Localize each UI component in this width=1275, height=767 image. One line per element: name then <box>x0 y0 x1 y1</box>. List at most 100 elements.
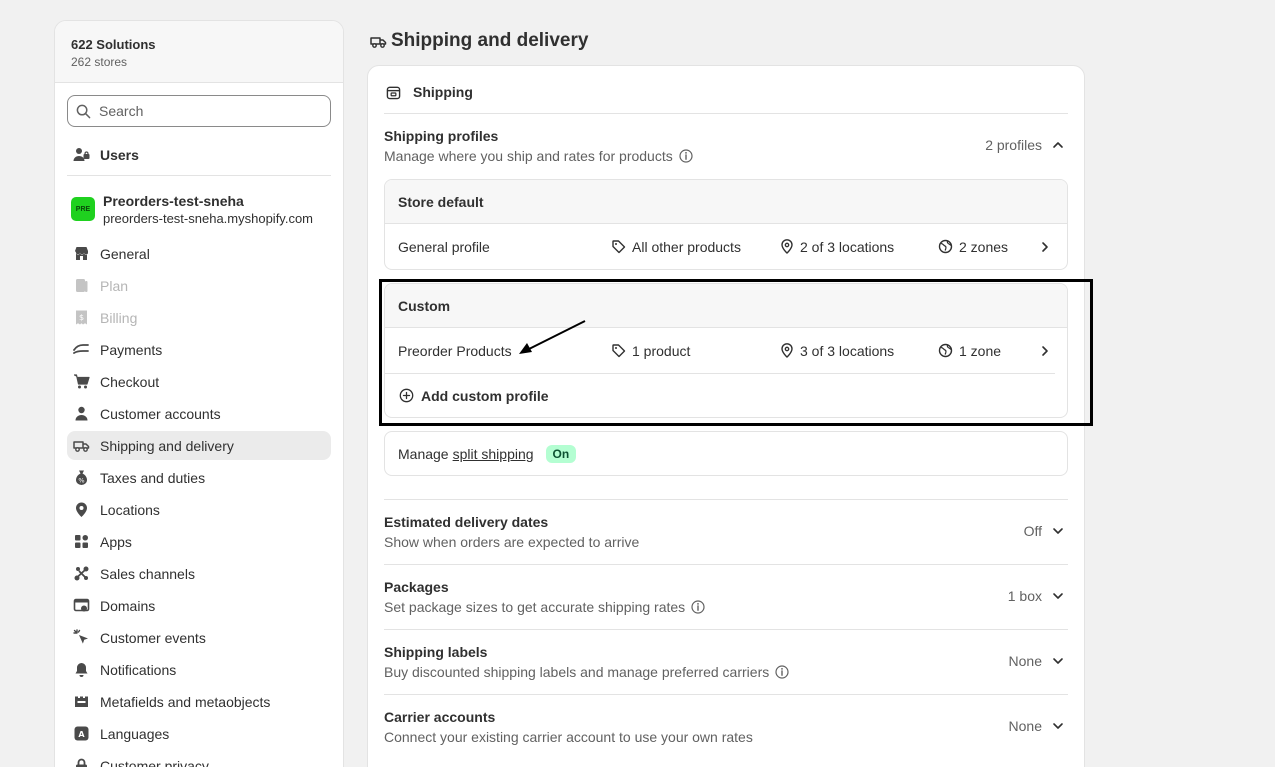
section-packages[interactable]: Packages Set package sizes to get accurat… <box>384 577 1068 617</box>
sidebar-item-domains[interactable]: Domains <box>67 591 331 620</box>
shipping-box-icon <box>386 85 401 100</box>
info-icon[interactable] <box>679 149 693 163</box>
svg-text:A: A <box>78 730 85 739</box>
organization-name: 622 Solutions <box>71 37 156 52</box>
languages-icon: A <box>73 725 90 742</box>
sidebar-item-label: Payments <box>100 341 163 358</box>
section-value: 1 box <box>1007 588 1042 604</box>
search-input[interactable]: Search <box>67 95 331 127</box>
sidebar-item-plan[interactable]: Plan <box>67 271 331 300</box>
annotation-highlight-box <box>379 279 1093 426</box>
section-title: Packages <box>384 579 449 595</box>
locations-text: 2 of 3 locations <box>800 238 895 255</box>
sidebar-item-customer-accounts[interactable]: Customer accounts <box>67 399 331 428</box>
store-header[interactable]: PRE Preorders-test-sneha preorders-test-… <box>71 193 313 227</box>
profiles-toggle[interactable]: 2 profiles <box>985 137 1064 153</box>
divider <box>384 629 1068 630</box>
chevron-right-icon[interactable] <box>1039 241 1051 253</box>
page-title: Shipping and delivery <box>370 30 588 52</box>
description-text: Show when orders are expected to arrive <box>384 534 640 550</box>
general-profile-row[interactable]: General profile All other products 2 of … <box>385 224 1067 269</box>
chevron-down-icon <box>1052 525 1064 537</box>
sidebar-item-languages[interactable]: A Languages <box>67 719 331 748</box>
sidebar-item-label: Domains <box>100 597 156 614</box>
sidebar-item-customer-events[interactable]: Customer events <box>67 623 331 652</box>
info-icon[interactable] <box>691 600 705 614</box>
zones-text: 2 zones <box>959 238 1009 255</box>
sidebar-item-label: Notifications <box>100 661 177 678</box>
divider <box>384 564 1068 565</box>
sidebar-item-sales-channels[interactable]: Sales channels <box>67 559 331 588</box>
sidebar-item-customer-privacy[interactable]: Customer privacy <box>67 751 331 767</box>
section-toggle[interactable]: None <box>1009 653 1064 669</box>
section-title: Estimated delivery dates <box>384 514 549 530</box>
sidebar-item-taxes-and-duties[interactable]: % Taxes and duties <box>67 463 331 492</box>
shipping-profiles-description: Manage where you ship and rates for prod… <box>384 146 1068 166</box>
tax-icon: % <box>73 469 90 486</box>
shipping-profiles-title: Shipping profiles <box>384 128 499 144</box>
sidebar-item-notifications[interactable]: Notifications <box>67 655 331 684</box>
sidebar-item-label: Shipping and delivery <box>100 437 234 454</box>
page-title-text: Shipping and delivery <box>391 30 589 51</box>
person-icon <box>73 405 90 422</box>
section-title: Carrier accounts <box>384 709 496 725</box>
globe-icon <box>938 239 953 254</box>
store-url: preorders-test-sneha.myshopify.com <box>103 211 314 226</box>
store-icon <box>73 245 90 262</box>
truck-icon <box>370 33 387 50</box>
sidebar-item-general[interactable]: General <box>67 239 331 268</box>
section-toggle[interactable]: 1 box <box>1008 588 1064 604</box>
section-value: Off <box>1023 523 1042 539</box>
chevron-up-icon <box>1052 139 1064 151</box>
sidebar-item-apps[interactable]: Apps <box>67 527 331 556</box>
description-text: Buy discounted shipping labels and manag… <box>384 664 770 680</box>
products-text: All other products <box>632 238 741 255</box>
section-description: Connect your existing carrier account to… <box>384 727 1068 747</box>
payments-icon <box>73 341 90 358</box>
billing-icon: $ <box>73 309 90 326</box>
section-carrier-accounts[interactable]: Carrier accounts Connect your existing ca… <box>384 707 1068 747</box>
description-text: Manage where you ship and rates for prod… <box>384 148 673 164</box>
sidebar-item-users[interactable]: Users <box>67 140 331 169</box>
svg-text:$: $ <box>79 313 84 322</box>
sidebar-item-label: Checkout <box>100 373 160 390</box>
section-toggle[interactable]: Off <box>1024 523 1064 539</box>
organization-header[interactable]: 622 Solutions 262 stores <box>55 21 343 83</box>
sidebar-item-billing[interactable]: $ Billing <box>67 303 331 332</box>
shipping-card-heading: Shipping <box>386 84 473 100</box>
tag-icon <box>611 239 626 254</box>
info-icon[interactable] <box>775 665 789 679</box>
shipping-profiles-section[interactable]: Shipping profiles Manage where you ship … <box>384 126 1068 166</box>
sidebar-item-label: General <box>100 245 150 262</box>
sidebar-item-label: Sales channels <box>100 565 195 582</box>
profiles-count: 2 profiles <box>985 137 1042 153</box>
sidebar-item-payments[interactable]: Payments <box>67 335 331 364</box>
search-icon <box>76 104 91 119</box>
profile-name: General profile <box>398 238 490 255</box>
sidebar-item-label: Customer events <box>100 629 206 646</box>
split-prefix: Manage <box>398 446 449 462</box>
products-cell: All other products <box>611 239 741 255</box>
section-toggle[interactable]: None <box>1009 718 1064 734</box>
sidebar-item-label: Metafields and metaobjects <box>100 693 271 710</box>
section-value: None <box>1008 653 1042 669</box>
bell-icon <box>73 661 90 678</box>
description-text: Set package sizes to get accurate shippi… <box>384 599 686 615</box>
sidebar-item-metafields-and-metaobjects[interactable]: Metafields and metaobjects <box>67 687 331 716</box>
section-description: Set package sizes to get accurate shippi… <box>384 597 1068 617</box>
sidebar-item-label: Apps <box>100 533 132 550</box>
metafields-icon <box>73 693 90 710</box>
description-text: Connect your existing carrier account to… <box>384 729 753 745</box>
section-title: Shipping labels <box>384 644 488 660</box>
sidebar-item-locations[interactable]: Locations <box>67 495 331 524</box>
section-shipping-labels[interactable]: Shipping labels Buy discounted shipping l… <box>384 642 1068 682</box>
sidebar-item-checkout[interactable]: Checkout <box>67 367 331 396</box>
split-shipping-link[interactable]: split shipping <box>453 446 534 462</box>
sidebar-item-shipping-and-delivery[interactable]: Shipping and delivery <box>67 431 331 460</box>
section-estimated-delivery-dates[interactable]: Estimated delivery dates Show when orders… <box>384 512 1068 552</box>
split-shipping-row: Manage split shipping On <box>385 432 1067 475</box>
locations-cell: 2 of 3 locations <box>780 239 894 255</box>
lock-icon <box>73 757 90 767</box>
divider <box>384 694 1068 695</box>
status-badge: On <box>545 445 577 463</box>
